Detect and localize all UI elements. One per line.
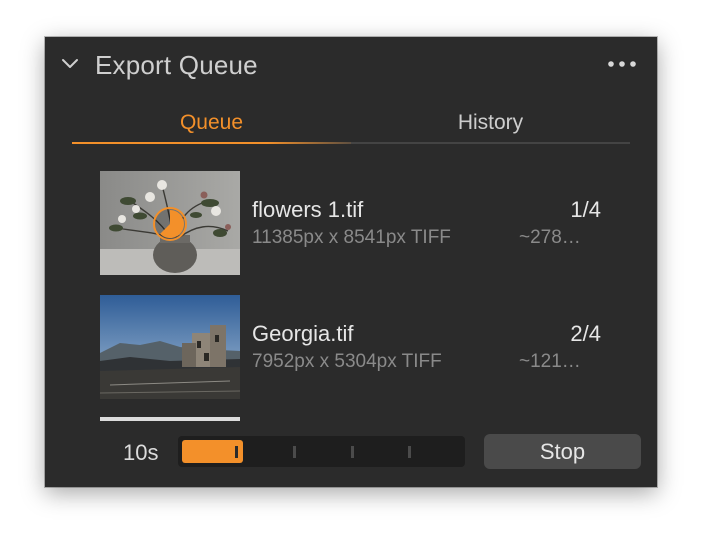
queue-list[interactable]: flowers 1.tif 1/4 11385px x 8541px TIFF … [45, 157, 657, 421]
tab-bar: Queue History [72, 105, 630, 144]
file-name: Georgia.tif [252, 321, 354, 346]
tab-history[interactable]: History [351, 105, 630, 141]
time-remaining: 10s [123, 440, 159, 465]
queue-position: 2/4 [570, 321, 601, 346]
progress-pie-icon [153, 207, 187, 241]
queue-footer: 10s Stop [45, 425, 657, 487]
queue-position: 1/4 [570, 197, 601, 222]
file-dimensions: 7952px x 5304px TIFF [252, 351, 442, 372]
progress-tick [351, 446, 354, 458]
chevron-down-icon[interactable] [61, 54, 79, 72]
file-dimensions: 11385px x 8541px TIFF [252, 227, 451, 248]
panel-header: Export Queue [45, 37, 657, 93]
next-thumbnail-edge [100, 417, 240, 421]
queue-item[interactable]: Georgia.tif 2/4 7952px x 5304px TIFF ~12… [45, 293, 657, 403]
overall-progress-bar [178, 436, 465, 467]
stop-button[interactable]: Stop [484, 434, 641, 469]
stone-tower-landscape-photo [100, 295, 240, 399]
queue-item[interactable]: flowers 1.tif 1/4 11385px x 8541px TIFF … [45, 169, 657, 279]
thumbnail-georgia [100, 295, 240, 399]
thumbnail-flowers [100, 171, 240, 275]
progress-tick [293, 446, 296, 458]
file-name: flowers 1.tif [252, 197, 364, 222]
tab-active-indicator [72, 142, 351, 144]
progress-fill [182, 440, 243, 463]
more-horizontal-icon[interactable] [607, 58, 637, 70]
progress-tick [235, 446, 238, 458]
export-queue-panel: Export Queue Queue History flowers 1.tif… [45, 37, 657, 487]
panel-title: Export Queue [95, 50, 258, 80]
tab-queue[interactable]: Queue [72, 105, 351, 141]
file-size: ~278… [519, 227, 581, 248]
progress-tick [408, 446, 411, 458]
flowers-in-vase-photo [100, 171, 240, 275]
file-size: ~121… [519, 351, 581, 372]
